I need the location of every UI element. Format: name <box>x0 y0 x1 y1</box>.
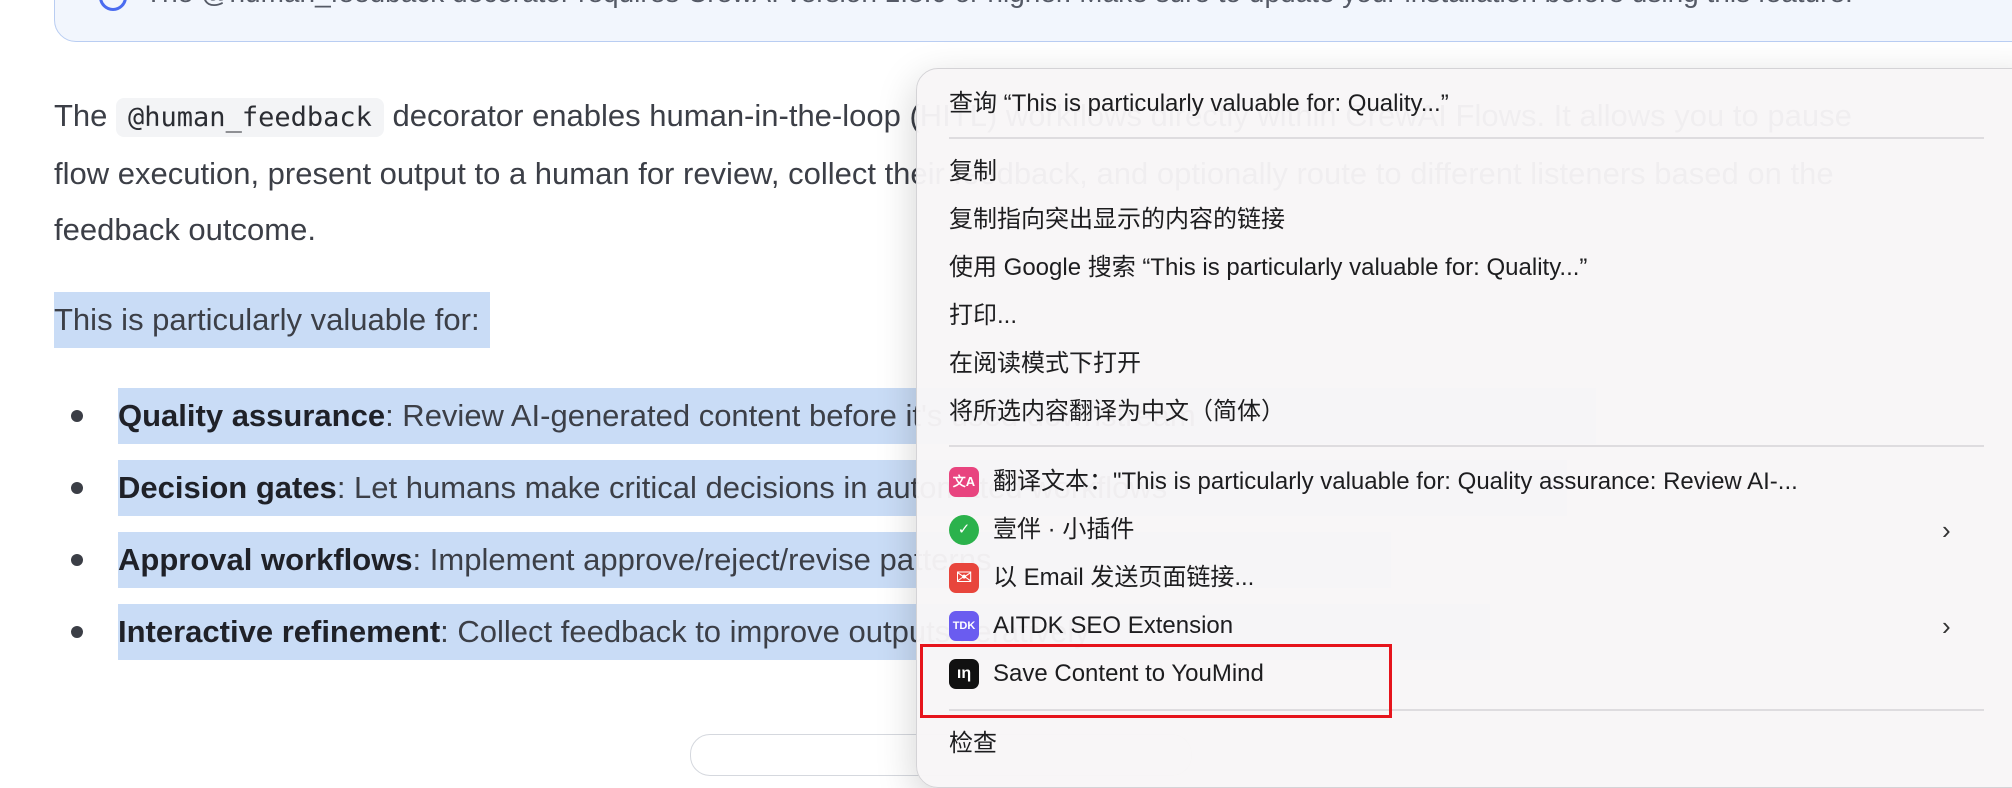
bullet-dot-icon <box>71 626 83 638</box>
yiban-check-icon: ✓ <box>949 515 979 545</box>
menu-item-reader-mode[interactable]: 在阅读模式下打开 <box>917 341 2012 387</box>
menu-separator <box>949 445 1984 447</box>
menu-item-google-search[interactable]: 使用 Google 搜索 “This is particularly valua… <box>917 245 2012 291</box>
chevron-right-icon: › <box>1942 515 1951 545</box>
email-icon: ✉ <box>949 563 979 593</box>
selected-intro-text: This is particularly valuable for: <box>54 292 490 348</box>
version-note-callout: The @human_feedback decorator requires C… <box>54 0 2012 42</box>
menu-item-yiban-plugin[interactable]: ✓ 壹伴 · 小插件 › <box>917 507 2012 553</box>
translate-icon: 文A <box>949 467 979 497</box>
chevron-right-icon: › <box>1942 611 1951 641</box>
bullet-dot-icon <box>71 410 83 422</box>
menu-item-copy[interactable]: 复制 <box>917 149 2012 195</box>
menu-item-translate-text[interactable]: 文A 翻译文本："This is particularly valuable f… <box>917 459 2012 505</box>
menu-separator <box>949 137 1984 139</box>
menu-item-copy-link-to-highlight[interactable]: 复制指向突出显示的内容的链接 <box>917 197 2012 243</box>
aitdk-icon: TDK <box>949 611 979 641</box>
menu-item-print[interactable]: 打印... <box>917 293 2012 339</box>
bullet-dot-icon <box>71 554 83 566</box>
menu-item-inspect[interactable]: 检查 <box>917 721 2012 767</box>
inline-code-human-feedback: @human_feedback <box>116 98 384 137</box>
info-icon <box>99 0 127 11</box>
menu-item-lookup[interactable]: 查询 “This is particularly valuable for: Q… <box>917 81 2012 127</box>
menu-item-translate-selection[interactable]: 将所选内容翻译为中文（简体） <box>917 389 2012 435</box>
callout-text: The @human_feedback decorator requires C… <box>145 0 1853 9</box>
youmind-highlight-box <box>920 644 1392 718</box>
bullet-dot-icon <box>71 482 83 494</box>
menu-item-email-link[interactable]: ✉ 以 Email 发送页面链接... <box>917 555 2012 601</box>
menu-item-aitdk-seo[interactable]: TDK AITDK SEO Extension › <box>917 603 2012 649</box>
